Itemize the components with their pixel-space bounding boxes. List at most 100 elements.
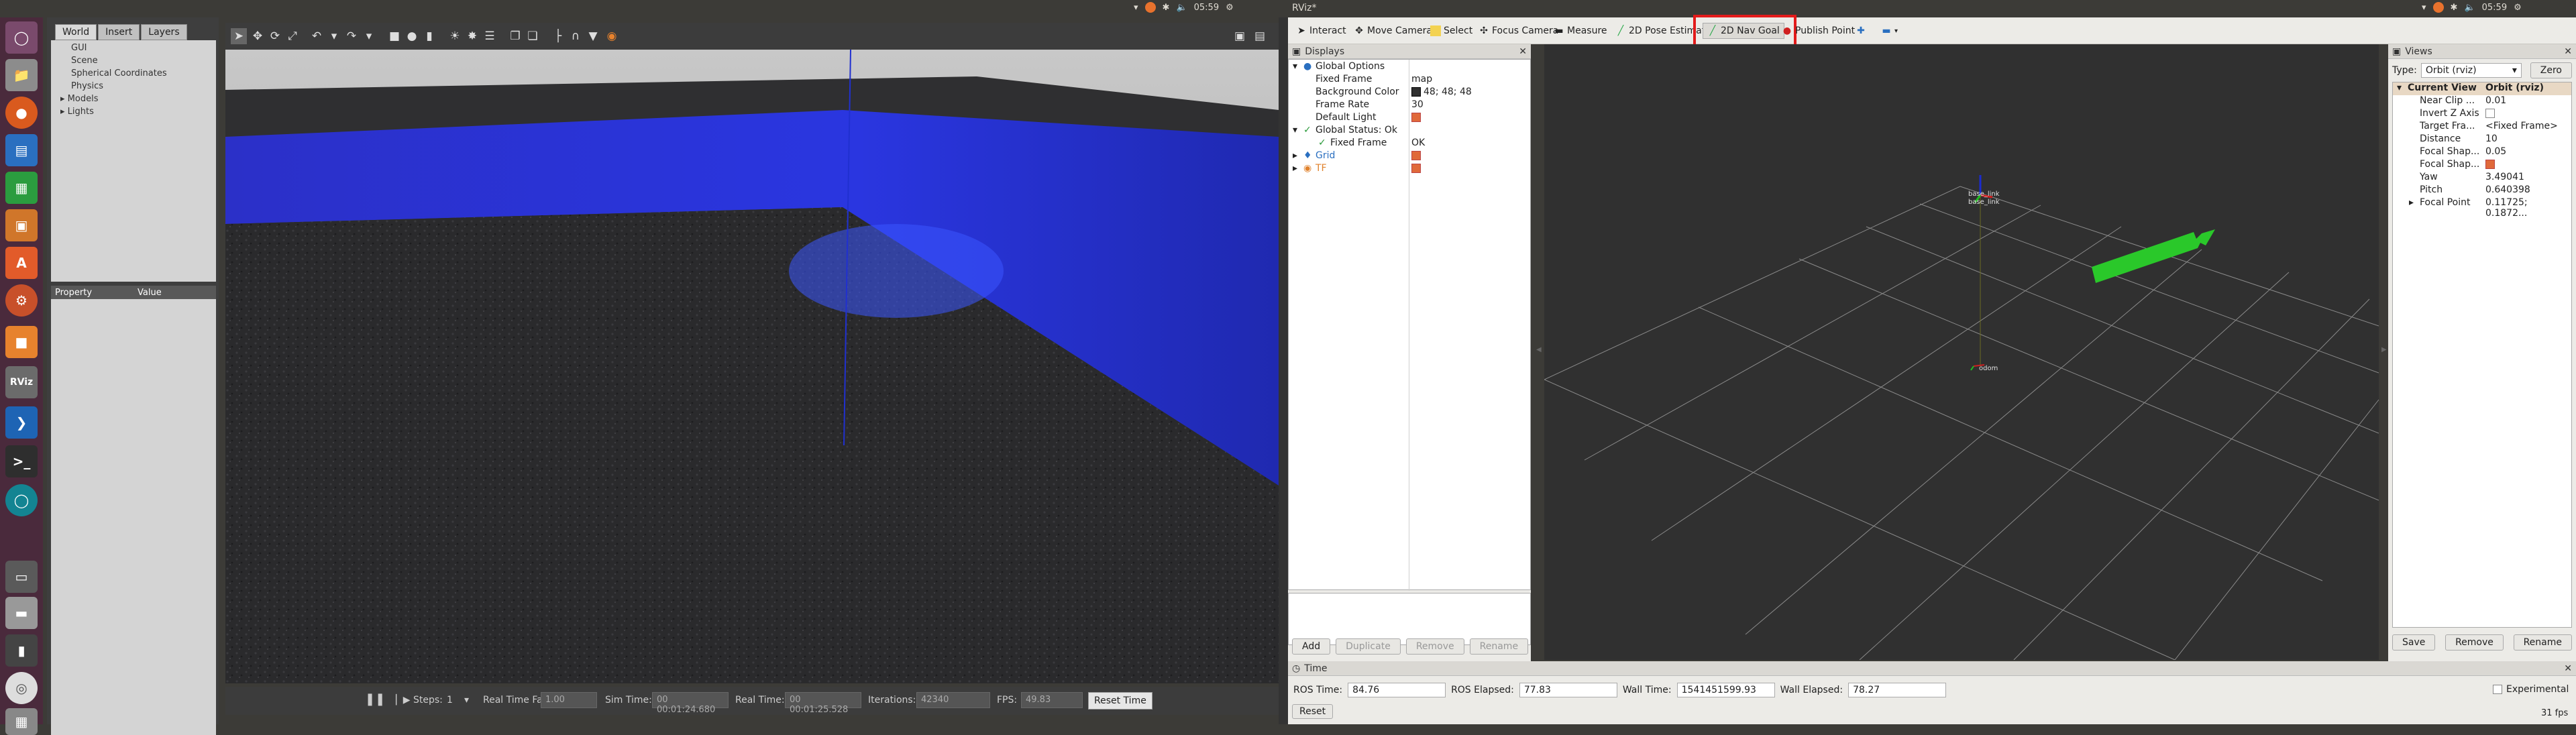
impress-icon[interactable]: ▣ <box>5 209 38 241</box>
tf-row[interactable]: ▸ ◉ TF <box>1289 162 1530 174</box>
align-icon[interactable]: ├ <box>550 28 566 44</box>
fixed-frame-row[interactable]: Fixed Frame map <box>1289 72 1530 85</box>
volume-icon[interactable]: 🔈 <box>1176 3 1187 13</box>
clock[interactable]: 05:59 <box>2482 3 2507 13</box>
copy-icon[interactable]: ❐ <box>507 28 523 44</box>
gear-icon[interactable]: ⚙ <box>2514 3 2522 13</box>
tab-insert[interactable]: Insert <box>98 24 140 40</box>
terminal-icon[interactable]: >_ <box>5 445 38 477</box>
translate-icon[interactable]: ✥ <box>250 28 266 44</box>
bluetooth-icon[interactable]: ✱ <box>2451 3 2458 13</box>
expand-arrow-icon[interactable]: ▸ <box>60 107 68 117</box>
default-light-row[interactable]: Default Light <box>1289 111 1530 123</box>
tree-item-spherical[interactable]: Spherical Coordinates <box>51 68 216 81</box>
collapse-arrow-icon[interactable]: ▾ <box>2397 82 2402 93</box>
publish-point-tool[interactable]: ● Publish Point <box>1782 23 1855 39</box>
reset-button[interactable]: Reset <box>1292 704 1334 719</box>
tree-item-models[interactable]: ▸ Models <box>51 94 216 107</box>
reset-time-button[interactable]: Reset Time <box>1088 692 1152 710</box>
row-value[interactable]: 0.05 <box>2485 146 2506 157</box>
redo-icon[interactable]: ↷ <box>343 28 360 44</box>
grid-row[interactable]: ▸ ♦ Grid <box>1289 149 1530 162</box>
row-value-wrap[interactable]: 48; 48; 48 <box>1411 87 1472 97</box>
expand-arrow-icon[interactable]: ▸ <box>1293 150 1297 161</box>
orb-icon[interactable]: ◯ <box>5 484 38 516</box>
collapse-arrow-icon[interactable]: ▾ <box>1293 61 1297 72</box>
move-camera-tool[interactable]: ✥ Move Camera <box>1354 23 1432 39</box>
remove-button[interactable]: Remove <box>1405 638 1464 655</box>
select-arrow-icon[interactable]: ➤ <box>231 28 247 44</box>
close-icon[interactable]: ✕ <box>2564 663 2572 674</box>
wall-time-field[interactable]: 1541451599.93 <box>1676 683 1775 697</box>
drive-icon[interactable]: ▬ <box>5 597 38 629</box>
row-value[interactable]: 0.11725; 0.1872... <box>2485 197 2571 219</box>
pause-icon[interactable]: ❚❚ <box>365 692 385 706</box>
view-type-select[interactable]: Orbit (rviz) ▾ <box>2420 63 2522 78</box>
close-icon[interactable]: ✕ <box>1519 46 1527 57</box>
undo-icon[interactable]: ↶ <box>309 28 325 44</box>
nav-goal-tool[interactable]: ╱ 2D Nav Goal <box>1703 23 1784 39</box>
writer-icon[interactable]: ▤ <box>5 134 38 166</box>
frame-rate-row[interactable]: Frame Rate 30 <box>1289 98 1530 111</box>
background-color-row[interactable]: Background Color 48; 48; 48 <box>1289 85 1530 98</box>
rename-view-button[interactable]: Rename <box>2513 634 2572 651</box>
settings-icon[interactable]: ⚙ <box>5 284 38 317</box>
row-value[interactable]: 30 <box>1411 99 1424 110</box>
software-center-icon[interactable]: A <box>5 247 38 279</box>
files-drive-icon[interactable]: ▭ <box>5 561 38 593</box>
row-value[interactable]: 3.49041 <box>2485 172 2524 182</box>
gear-icon[interactable]: ⚙ <box>1226 3 1234 13</box>
media-icon[interactable]: ▮ <box>5 634 38 667</box>
expand-arrow-icon[interactable]: ▸ <box>2409 197 2414 208</box>
focal-shape-checkbox[interactable] <box>2485 160 2495 169</box>
rviz-icon[interactable]: RViz <box>5 366 38 398</box>
rename-button[interactable]: Rename <box>1469 638 1529 655</box>
rotate-icon[interactable]: ⟳ <box>267 28 283 44</box>
near-clip-row[interactable]: Near Clip ... 0.01 <box>2393 95 2571 108</box>
expand-arrow-icon[interactable]: ▸ <box>60 94 68 104</box>
focal-shape-size-row[interactable]: Focal Shap... 0.05 <box>2393 146 2571 159</box>
sphere-shape-icon[interactable]: ● <box>404 28 420 44</box>
tree-item-physics[interactable]: Physics <box>51 81 216 94</box>
spot-light-icon[interactable]: ✸ <box>464 28 480 44</box>
record-icon[interactable]: ◉ <box>604 28 620 44</box>
gazebo-3d-viewport[interactable] <box>225 50 1279 683</box>
scale-icon[interactable]: ⤢ <box>284 28 301 44</box>
box-shape-icon[interactable]: ■ <box>386 28 402 44</box>
status-fixed-frame-row[interactable]: ✓ Fixed Frame OK <box>1289 136 1530 149</box>
collapse-left-icon[interactable]: ◀ <box>1536 346 1542 353</box>
volume-icon[interactable]: 🔈 <box>2464 3 2475 13</box>
global-status-row[interactable]: ▾ ✓ Global Status: Ok <box>1289 123 1530 136</box>
invert-z-row[interactable]: Invert Z Axis <box>2393 108 2571 121</box>
yaw-row[interactable]: Yaw 3.49041 <box>2393 172 2571 184</box>
wifi-icon[interactable]: ▾ <box>2422 3 2426 13</box>
tree-item-scene[interactable]: Scene <box>51 56 216 68</box>
clock[interactable]: 05:59 <box>1194 3 1219 13</box>
firefox-icon[interactable]: ● <box>5 97 38 129</box>
focal-point-row[interactable]: ▸ Focal Point 0.11725; 0.1872... <box>2393 197 2571 219</box>
global-options-row[interactable]: ▾ ● Global Options <box>1289 60 1530 72</box>
close-icon[interactable]: ✕ <box>2564 46 2572 57</box>
pitch-row[interactable]: Pitch 0.640398 <box>2393 184 2571 197</box>
files-icon[interactable]: 📁 <box>5 59 38 91</box>
zero-button[interactable]: Zero <box>2530 62 2572 78</box>
ubuntu-updates-icon[interactable] <box>2432 2 2444 13</box>
interact-tool[interactable]: ➤ Interact <box>1296 23 1346 39</box>
save-button[interactable]: Save <box>2392 634 2436 651</box>
tab-world[interactable]: World <box>55 24 97 40</box>
bluetooth-icon[interactable]: ✱ <box>1163 3 1170 13</box>
ubuntu-dash-icon[interactable]: ◯ <box>5 21 38 54</box>
row-value[interactable]: 0.640398 <box>2485 184 2530 195</box>
row-value[interactable]: <Fixed Frame> <box>2485 121 2558 131</box>
focus-camera-tool[interactable]: ✣ Focus Camera <box>1479 23 1558 39</box>
distance-row[interactable]: Distance 10 <box>2393 133 2571 146</box>
ubuntu-updates-icon[interactable] <box>1144 2 1156 13</box>
remove-tool-button[interactable]: ▬ ▾ <box>1881 23 1898 39</box>
target-frame-row[interactable]: Target Fra... <Fixed Frame> <box>2393 121 2571 133</box>
add-tool-button[interactable]: ✚ <box>1856 23 1866 39</box>
remove-view-button[interactable]: Remove <box>2445 634 2504 651</box>
steps-value[interactable]: 1 <box>447 695 453 705</box>
ros-elapsed-field[interactable]: 77.83 <box>1519 683 1617 697</box>
collapse-right-icon[interactable]: ▶ <box>2381 346 2387 353</box>
step-icon[interactable]: ▏▶ <box>396 695 411 705</box>
